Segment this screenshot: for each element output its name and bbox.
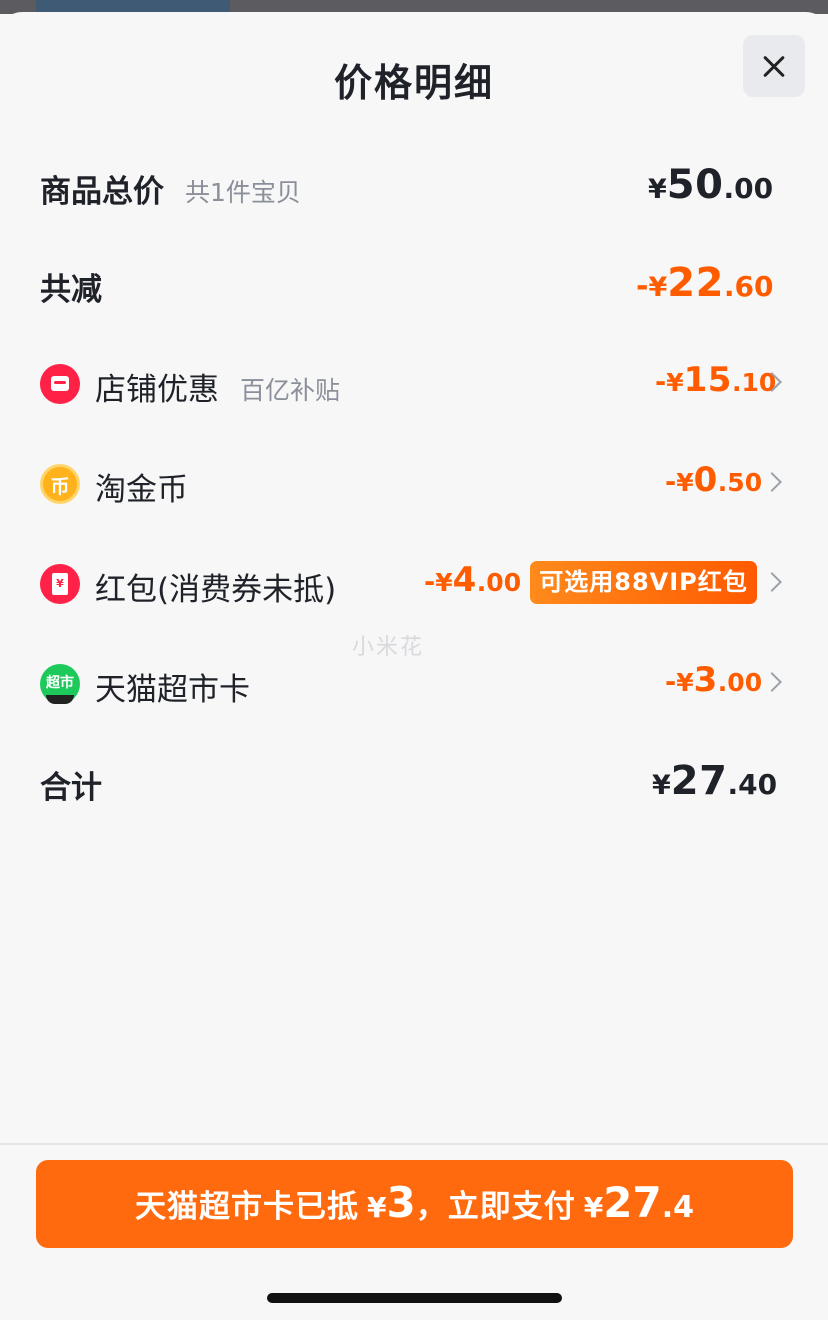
- total-price-amount: ¥50.00: [648, 162, 774, 208]
- price-detail-sheet: 价格明细 商品总价 共1件宝贝 ¥50.00 共减 - ¥22.60 店铺优惠 百…: [0, 12, 828, 1320]
- chevron-right-icon: [762, 472, 782, 492]
- total-reduction-amount: - ¥22.60: [636, 260, 774, 306]
- home-indicator: [267, 1293, 562, 1303]
- total-reduction-label: 共减: [40, 272, 102, 308]
- discount-row-coin[interactable]: 币 淘金币 - ¥0.50: [0, 454, 828, 514]
- discount-amount: - ¥0.50: [665, 460, 763, 500]
- discount-label: 淘金币: [95, 472, 188, 508]
- subtotal-amount: ¥27.40: [652, 758, 778, 804]
- total-reduction-row: 共减 - ¥22.60: [0, 254, 828, 314]
- pay-now-button[interactable]: 天猫超市卡已抵 ¥ 3 ，立即支付 ¥ 27 .4: [36, 1160, 793, 1248]
- vip-red-packet-badge[interactable]: 可选用88VIP红包: [530, 561, 757, 604]
- discount-label: 天猫超市卡: [95, 672, 250, 708]
- chevron-right-icon: [762, 572, 782, 592]
- discount-amount: - ¥15.10: [655, 360, 777, 400]
- footer-divider: [0, 1143, 828, 1145]
- discount-row-shop[interactable]: 店铺优惠 百亿补贴 - ¥15.10: [0, 354, 828, 414]
- discount-label: 红包(消费券未抵): [95, 572, 337, 608]
- discount-amount: - ¥4.00: [424, 560, 522, 600]
- discount-amount: - ¥3.00: [665, 660, 763, 700]
- shop-discount-icon: [40, 364, 80, 404]
- discount-row-red-packet[interactable]: ¥ 红包(消费券未抵) - ¥4.00 可选用88VIP红包: [0, 554, 828, 614]
- subtotal-label: 合计: [40, 770, 102, 806]
- chevron-right-icon: [762, 672, 782, 692]
- total-price-label: 商品总价: [40, 174, 164, 210]
- close-button[interactable]: [743, 35, 805, 97]
- discount-label: 店铺优惠: [95, 372, 219, 408]
- total-price-row: 商品总价 共1件宝贝 ¥50.00: [0, 156, 828, 216]
- discount-row-supermarket-card[interactable]: 超市 天猫超市卡 - ¥3.00: [0, 654, 828, 714]
- total-item-count: 共1件宝贝: [185, 178, 301, 207]
- red-packet-icon: ¥: [40, 564, 80, 604]
- gold-coin-icon: 币: [40, 464, 80, 504]
- discount-sub-label: 百亿补贴: [240, 376, 341, 405]
- sheet-title: 价格明细: [333, 61, 494, 105]
- subtotal-row: 合计 ¥27.40: [0, 752, 828, 812]
- tmall-supermarket-icon: 超市: [40, 664, 80, 704]
